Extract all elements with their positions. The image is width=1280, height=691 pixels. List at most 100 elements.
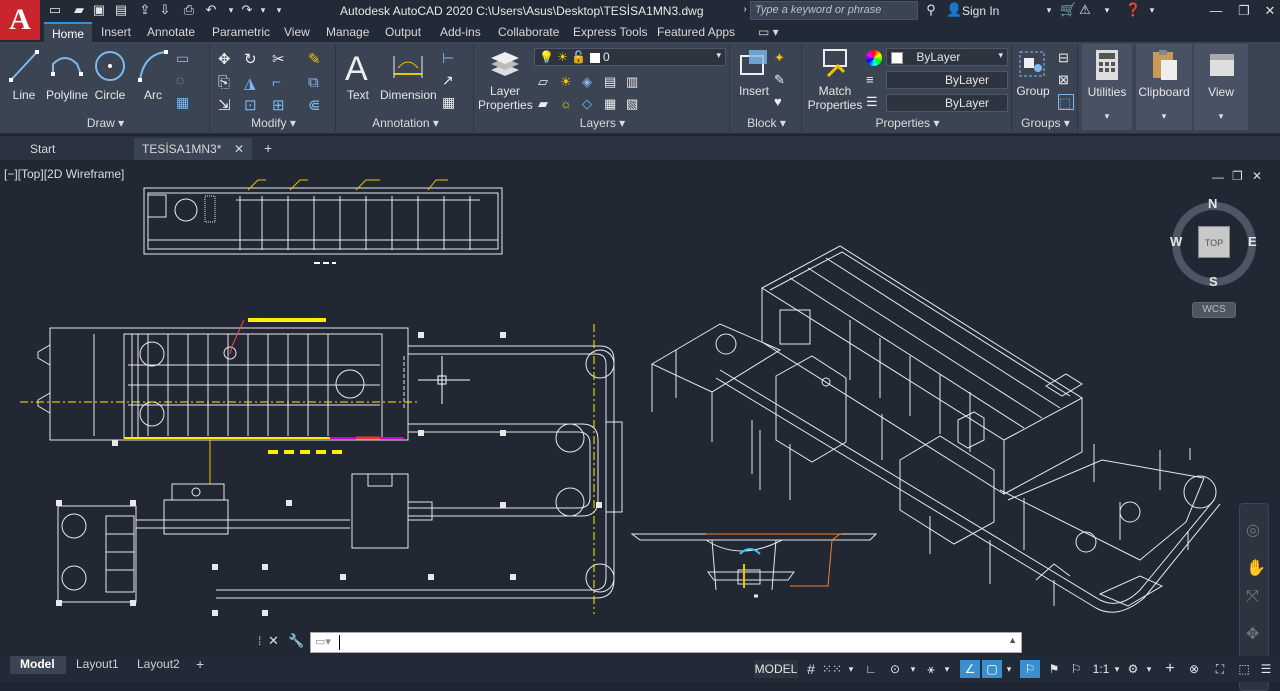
drawing-viewport[interactable]: [−][Top][2D Wireframe] — ❐ ✕ TOP N S E W…	[0, 160, 1280, 691]
object-snap-tracking-icon[interactable]: ∠	[960, 660, 980, 678]
compass-north[interactable]: N	[1208, 196, 1217, 211]
array-icon[interactable]: ⊞	[272, 96, 288, 114]
add-layout-button[interactable]: +	[196, 656, 204, 672]
osnap-dropdown-icon[interactable]: ▾	[1004, 660, 1014, 678]
redo-dropdown-icon[interactable]: ▾	[256, 3, 270, 17]
scale-icon[interactable]: ⊡	[244, 96, 260, 114]
polar-dropdown-icon[interactable]: ▾	[908, 660, 918, 678]
tab-layout2[interactable]: Layout2	[137, 657, 180, 671]
help-dropdown-icon[interactable]: ▾	[1145, 3, 1159, 17]
color-wheel-icon[interactable]	[866, 50, 882, 66]
edit-block-icon[interactable]: ✎	[774, 72, 790, 88]
group-select-icon[interactable]: ⬚	[1058, 94, 1074, 110]
units-icon[interactable]: ⊗	[1184, 660, 1204, 678]
stretch-icon[interactable]: ⇲	[218, 96, 234, 114]
layer-walk-icon[interactable]: ▧	[626, 96, 642, 112]
leader-icon[interactable]: ⊢	[442, 50, 458, 66]
tab-annotate[interactable]: Annotate	[147, 22, 195, 42]
block-panel-title[interactable]: Block ▾	[732, 116, 801, 130]
viewcube-top-face[interactable]: TOP	[1198, 226, 1230, 258]
polar-tracking-icon[interactable]: ⊙	[884, 660, 906, 678]
viewport-close-icon[interactable]: ✕	[1252, 169, 1262, 183]
compass-south[interactable]: S	[1209, 274, 1218, 289]
tab-collaborate[interactable]: Collaborate	[498, 22, 559, 42]
binoculars-icon[interactable]: ⚲	[924, 3, 938, 17]
wcs-menu[interactable]: WCS	[1192, 302, 1236, 318]
layer-on-icon[interactable]: ◇	[582, 96, 598, 112]
ortho-icon[interactable]: ∟	[862, 660, 880, 678]
trim-icon[interactable]: ✂	[272, 50, 288, 68]
auto-scale-icon[interactable]: ⚑	[1044, 660, 1064, 678]
customize-dropdown-icon[interactable]: ▾	[272, 3, 286, 17]
pan-icon[interactable]: ✋	[1246, 558, 1266, 578]
plot-icon[interactable]: ⎙	[182, 3, 196, 17]
tab-output[interactable]: Output	[385, 22, 421, 42]
sign-in-dropdown-icon[interactable]: ▾	[1042, 3, 1056, 17]
zoom-extents-icon[interactable]: ⤧	[1246, 588, 1259, 606]
erase-icon[interactable]: ✎	[308, 50, 324, 68]
tab-layout1[interactable]: Layout1	[76, 657, 119, 671]
cart-icon[interactable]: 🛒	[1060, 3, 1076, 17]
snap-dropdown-icon[interactable]: ▾	[846, 660, 856, 678]
search-input[interactable]: Type a keyword or phrase	[750, 1, 918, 20]
clean-screen-icon[interactable]: ⬚	[1234, 660, 1254, 678]
group-button[interactable]: Group	[1014, 46, 1052, 98]
steering-wheel-icon[interactable]: ◎	[1246, 520, 1260, 540]
command-input[interactable]: ▭▾ ▲	[310, 632, 1022, 653]
tab-view[interactable]: View	[284, 22, 310, 42]
viewport-minimize-icon[interactable]: —	[1212, 170, 1224, 184]
close-icon[interactable]: ✕	[1260, 2, 1280, 20]
layer-dropdown[interactable]: 💡 ☀ 🔓 0 ▾	[534, 48, 726, 66]
orbit-icon[interactable]: ✥	[1246, 624, 1259, 644]
groups-panel-title[interactable]: Groups ▾	[1014, 116, 1077, 130]
web-mobile-icon[interactable]: ⇪	[138, 3, 152, 17]
isodraft-icon[interactable]: ⚹	[922, 660, 940, 678]
view-button[interactable]: View ▾	[1194, 44, 1248, 130]
tab-parametric[interactable]: Parametric	[212, 22, 270, 42]
hatch-icon[interactable]: ◌	[176, 72, 192, 88]
tab-addins[interactable]: Add-ins	[440, 22, 481, 42]
restore-icon[interactable]: ❐	[1234, 2, 1254, 20]
redo-icon[interactable]: ↷	[240, 3, 254, 17]
rotate-icon[interactable]: ↻	[244, 50, 260, 68]
utilities-button[interactable]: Utilities ▾	[1082, 44, 1132, 130]
linetype-icon[interactable]: ☰	[866, 94, 882, 110]
gradient-icon[interactable]: ▦	[176, 94, 192, 110]
tab-home[interactable]: Home	[44, 22, 93, 42]
layer-lock-icon[interactable]: ▤	[604, 74, 620, 90]
save-icon[interactable]: ▣	[92, 3, 106, 17]
layer-freeze-icon[interactable]: ☀	[560, 74, 576, 90]
match-properties-button[interactable]: Match Properties	[806, 46, 864, 112]
ungroup-icon[interactable]: ⊟	[1058, 50, 1074, 66]
rectangle-icon[interactable]: ▭	[176, 50, 192, 66]
customization-menu-icon[interactable]: ☰	[1256, 660, 1276, 678]
a360-dropdown-icon[interactable]: ▾	[1100, 3, 1114, 17]
workspace-dropdown-icon[interactable]: ▾	[1144, 660, 1154, 678]
command-history-icon[interactable]: ▲	[1008, 635, 1017, 645]
tab-model[interactable]: Model	[10, 656, 66, 674]
dimension-button[interactable]: Dimension	[380, 46, 437, 102]
command-customize-icon[interactable]: 🔧	[288, 633, 304, 649]
viewport-restore-icon[interactable]: ❐	[1232, 169, 1243, 183]
edit-attributes-icon[interactable]: ♥	[774, 94, 790, 110]
layer-match-icon[interactable]: ▥	[626, 74, 642, 90]
object-snap-icon[interactable]: ▢	[982, 660, 1002, 678]
create-block-icon[interactable]: ✦	[774, 50, 790, 66]
grid-icon[interactable]: #	[802, 660, 820, 678]
app-logo[interactable]: A	[0, 0, 40, 40]
command-close-icon[interactable]: ✕	[268, 633, 279, 649]
line-button[interactable]: Line	[6, 46, 42, 102]
a360-icon[interactable]: ⚠	[1078, 3, 1092, 17]
layer-thaw-icon[interactable]: ☼	[560, 96, 576, 112]
copy-icon[interactable]: ⎘	[218, 74, 234, 91]
tab-featured-apps[interactable]: Featured Apps	[657, 22, 735, 42]
open-icon[interactable]: ▰	[72, 3, 86, 17]
saveas-icon[interactable]: ▤	[114, 3, 128, 17]
lineweight-icon[interactable]: ≡	[866, 72, 882, 88]
layer-properties-button[interactable]: Layer Properties	[478, 46, 533, 112]
help-icon[interactable]: ❓	[1125, 3, 1141, 17]
undo-icon[interactable]: ↶	[204, 3, 218, 17]
new-tab-button[interactable]: +	[256, 138, 280, 160]
arc-button[interactable]: Arc	[136, 46, 170, 102]
layer-isolate-icon[interactable]: ▱	[538, 74, 554, 90]
